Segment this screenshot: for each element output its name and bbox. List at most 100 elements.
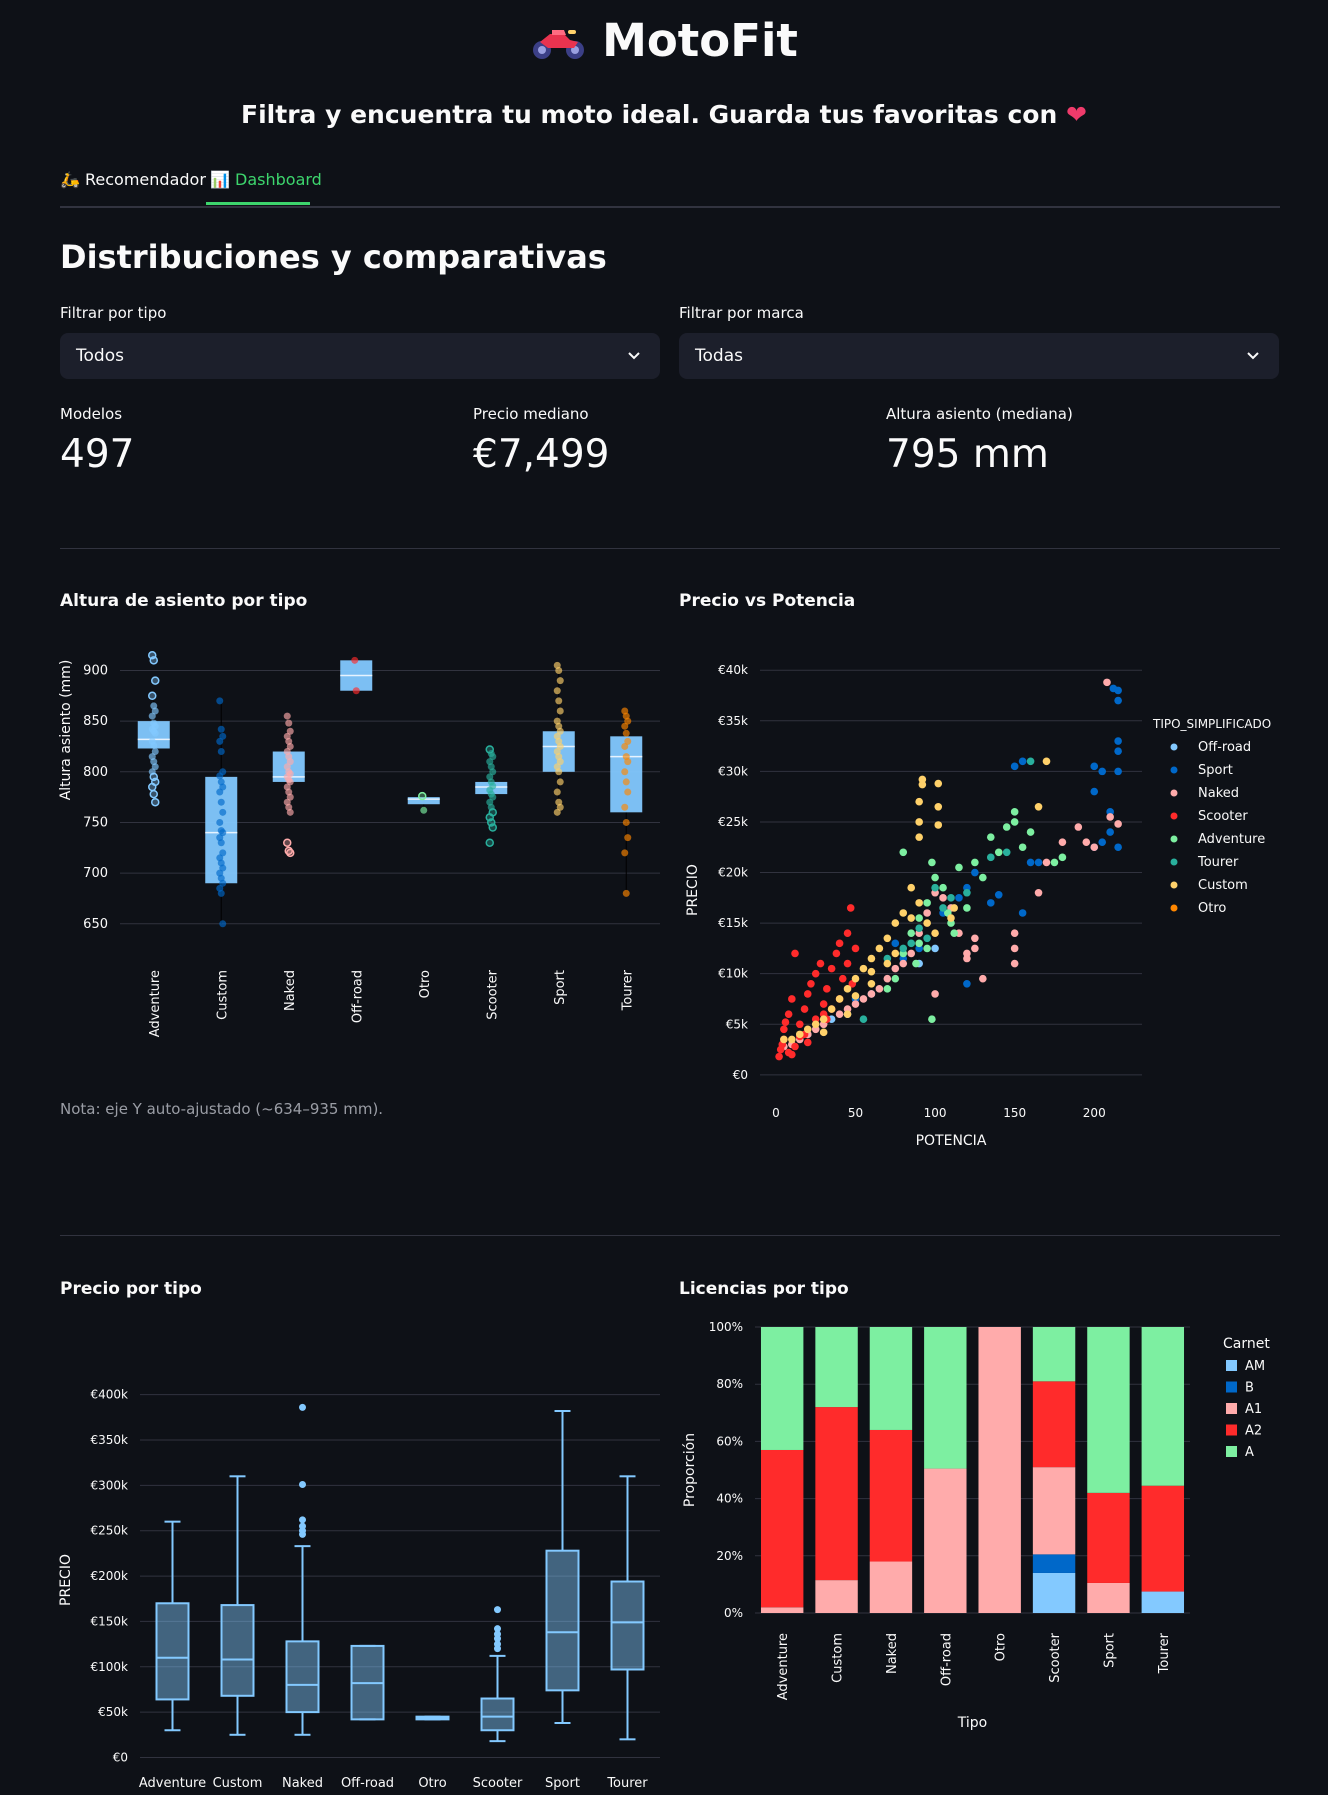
data-point — [418, 791, 427, 801]
data-point — [819, 1028, 828, 1037]
data-point — [931, 944, 939, 953]
data-point — [781, 1018, 790, 1027]
data-point — [151, 797, 160, 807]
data-point — [485, 838, 494, 847]
data-point — [811, 1020, 820, 1029]
data-point — [955, 863, 963, 872]
data-point — [939, 883, 947, 892]
bar-segment — [1032, 1467, 1076, 1555]
y-tick-label: 0% — [724, 1606, 743, 1620]
y-tick-label: 100% — [709, 1320, 743, 1334]
active-tab-underline — [206, 202, 310, 205]
box — [285, 1640, 320, 1714]
data-point — [1082, 838, 1091, 846]
data-point — [795, 1020, 804, 1029]
outlier-point — [299, 1403, 306, 1411]
data-point — [780, 1035, 788, 1044]
data-point — [979, 873, 987, 882]
data-point — [891, 974, 900, 983]
data-point — [217, 725, 225, 733]
data-point — [939, 904, 947, 912]
data-point — [1010, 944, 1019, 953]
chart-title: Precio vs Potencia — [679, 591, 856, 611]
data-point — [915, 939, 923, 948]
data-point — [934, 779, 943, 788]
bar-chart-icon: 📊 — [210, 170, 230, 189]
data-point — [931, 883, 939, 892]
y-tick-label: €400k — [91, 1388, 129, 1402]
data-point — [923, 899, 931, 907]
data-point — [1058, 838, 1067, 846]
data-point — [624, 758, 632, 766]
chart-title: Licencias por tipo — [679, 1279, 849, 1299]
x-tick-label: Custom — [831, 1633, 846, 1683]
data-point — [780, 1025, 788, 1034]
data-point — [556, 677, 564, 685]
data-point — [931, 873, 939, 882]
data-point — [621, 722, 629, 730]
legend-label: A1 — [1245, 1402, 1262, 1417]
y-axis-label: PRECIO — [685, 864, 701, 916]
data-point — [891, 964, 900, 973]
data-point — [907, 914, 916, 922]
y-tick-label: €250k — [91, 1524, 129, 1538]
filter-marca-select[interactable]: Todas — [679, 333, 1279, 379]
data-point — [899, 959, 908, 968]
data-point — [955, 894, 963, 902]
data-point — [986, 853, 995, 862]
data-point — [899, 944, 908, 953]
data-point — [553, 808, 561, 816]
x-tick-label: Otro — [994, 1633, 1009, 1661]
x-axis-label: POTENCIA — [916, 1133, 987, 1149]
data-point — [843, 985, 852, 993]
data-point — [285, 719, 293, 727]
data-point — [859, 1015, 868, 1023]
legend-label: Scooter — [1198, 809, 1248, 824]
data-point — [217, 839, 225, 847]
data-point — [1114, 820, 1122, 828]
y-tick-label: 850 — [83, 714, 108, 729]
y-tick-label: €10k — [718, 967, 748, 981]
data-point — [899, 909, 908, 917]
seat-axis-note: Nota: eje Y auto-ajustado (~634–935 mm). — [60, 1100, 384, 1118]
data-point — [351, 656, 359, 664]
data-point — [915, 833, 923, 841]
data-point — [149, 789, 158, 799]
data-point — [867, 967, 876, 976]
data-point — [891, 939, 900, 948]
app-header: MotoFit — [0, 14, 1328, 67]
legend-label: Adventure — [1198, 832, 1265, 847]
data-point — [217, 798, 225, 806]
data-point — [923, 919, 931, 927]
y-tick-label: 80% — [716, 1377, 743, 1391]
data-point — [803, 1025, 812, 1034]
metric-value: 497 — [60, 432, 135, 477]
data-point — [923, 934, 931, 943]
bar-segment — [924, 1327, 967, 1469]
data-point — [1106, 813, 1114, 821]
data-point — [621, 742, 629, 750]
data-point — [912, 959, 920, 968]
data-point — [915, 924, 923, 932]
box — [155, 1602, 190, 1701]
data-point — [883, 974, 892, 983]
data-point — [1010, 818, 1019, 826]
data-point — [994, 848, 1003, 857]
x-tick-label: 100 — [924, 1106, 947, 1120]
data-point — [788, 1035, 796, 1044]
data-point — [883, 959, 892, 968]
bar-segment — [1087, 1582, 1130, 1613]
data-point — [851, 944, 860, 953]
filter-tipo-select[interactable]: Todos — [60, 333, 660, 379]
data-point — [963, 979, 971, 988]
data-point — [832, 949, 841, 958]
y-tick-label: €50k — [98, 1705, 128, 1719]
tab-recomendador[interactable]: 🛵 Recomendador — [60, 170, 206, 189]
tab-dashboard[interactable]: 📊 Dashboard — [210, 170, 322, 189]
data-point — [150, 741, 158, 749]
data-point — [283, 712, 291, 720]
x-tick-label: Scooter — [1048, 1632, 1063, 1682]
data-point — [867, 990, 876, 998]
data-point — [216, 788, 224, 796]
price-power-scatter: €0 €5k €10k €15k €20k €25k €30k €35k €40k 0 50 100 1… — [685, 663, 1271, 1149]
